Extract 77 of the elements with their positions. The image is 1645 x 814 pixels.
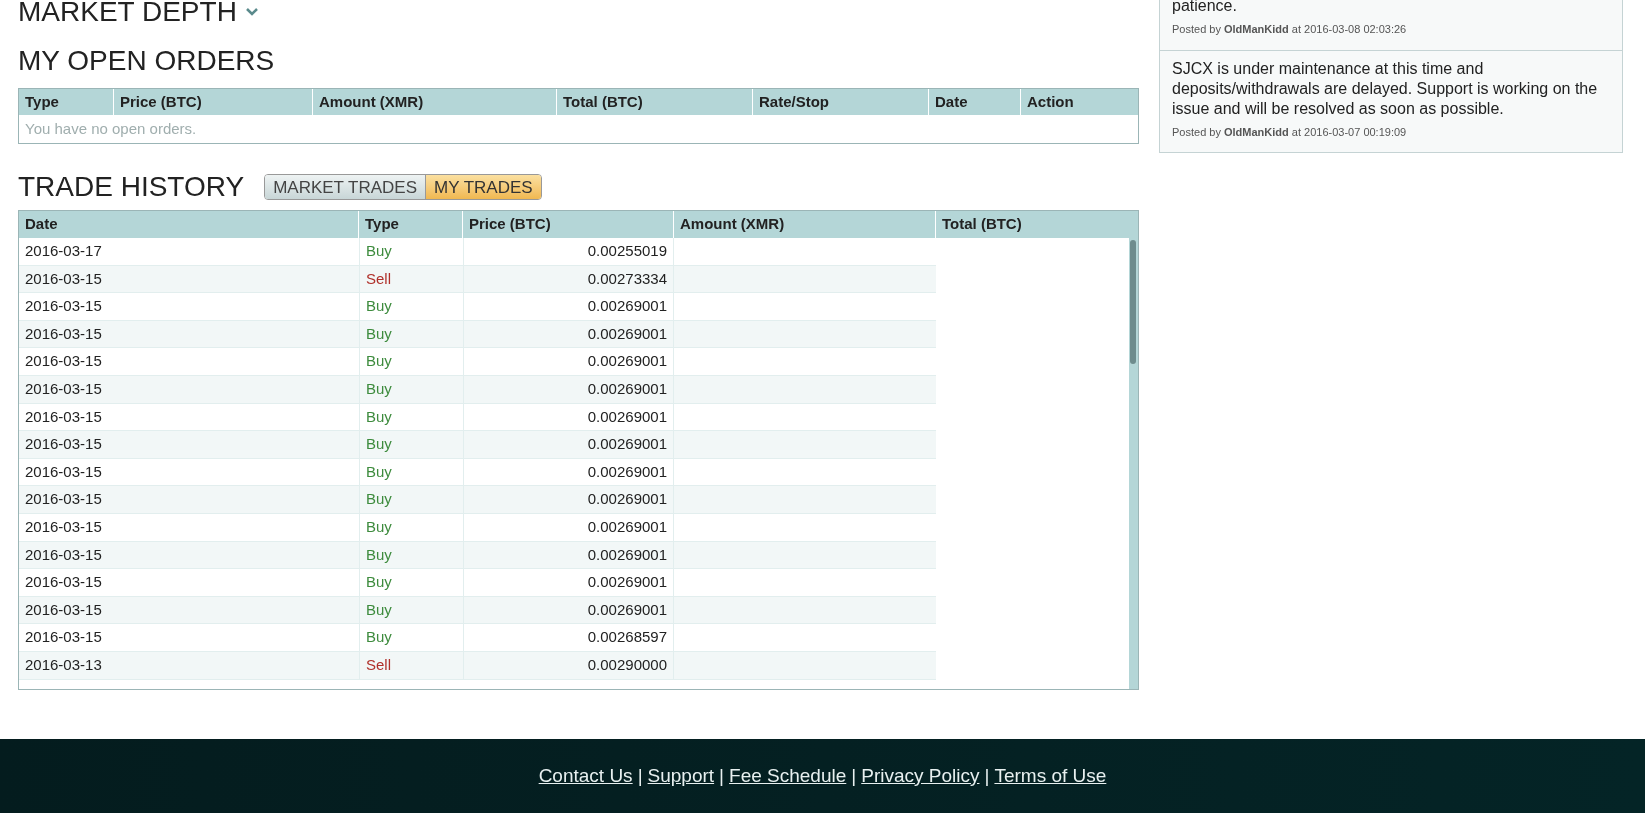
table-cell: Buy <box>359 486 463 513</box>
table-cell: Buy <box>359 458 463 486</box>
table-cell: 0.00269001 <box>463 569 674 596</box>
footer-link[interactable]: Support <box>647 761 715 791</box>
column-header: Amount (XMR) <box>313 89 557 115</box>
posted-by: Posted by OldManKidd at 2016-03-08 02:03:26 <box>1172 22 1408 37</box>
column-header: Total (BTC) <box>557 89 753 115</box>
section-title: MARKET DEPTH <box>18 0 237 26</box>
table-cell-text: 2016-03-15 <box>24 461 103 482</box>
table-cell: 0.00269001 <box>463 486 674 513</box>
table-cell: 0.00269001 <box>463 458 674 486</box>
table-cell: Buy <box>359 375 463 403</box>
table-cell-text: 2016-03-15 <box>24 627 103 648</box>
table-cell-text: 2016-03-15 <box>24 489 103 510</box>
table-cell: Buy <box>359 541 463 569</box>
column-header: Date <box>929 89 1021 115</box>
table-cell: Buy <box>359 431 463 458</box>
table-cell-text: 2016-03-15 <box>24 268 103 289</box>
table-cell: Sell <box>359 265 463 293</box>
table-cell-text: 2016-03-13 <box>24 654 103 675</box>
table-cell: Buy <box>359 238 463 265</box>
table-cell: Buy <box>359 293 463 320</box>
table-cell-text: 2016-03-15 <box>24 434 103 455</box>
table-cell-text: 2016-03-15 <box>24 351 103 372</box>
table-cell: 0.00269001 <box>463 596 674 624</box>
table-cell: Buy <box>359 320 463 348</box>
table-cell: 0.00268597 <box>463 624 674 651</box>
table-cell: 0.00269001 <box>463 403 674 431</box>
table-cell: Buy <box>359 403 463 431</box>
table-cell: 0.00269001 <box>463 320 674 348</box>
table-cell-text: 2016-03-15 <box>24 599 103 620</box>
separator: | <box>637 763 643 788</box>
column-header: Action <box>1026 91 1075 112</box>
scrollbar[interactable] <box>1129 238 1138 689</box>
table-cell: Buy <box>359 513 463 541</box>
column-header: Price (BTC) <box>114 89 313 115</box>
table-cell-text: 2016-03-15 <box>24 296 103 317</box>
table-cell: 0.00269001 <box>463 541 674 569</box>
footer-link[interactable]: Privacy Policy <box>861 761 980 791</box>
table-cell: 0.00269001 <box>463 431 674 458</box>
table-cell: 0.00290000 <box>463 651 674 679</box>
footer-link[interactable]: Terms of Use <box>994 761 1107 791</box>
column-header: Total (BTC) <box>941 214 1023 235</box>
footer-link[interactable]: Contact Us <box>538 761 633 791</box>
empty-message: You have no open orders. <box>25 118 197 139</box>
footer-link[interactable]: Fee Schedule <box>729 761 847 791</box>
table-cell: 0.00269001 <box>463 348 674 375</box>
separator: | <box>984 763 990 788</box>
table-cell: 0.00269001 <box>463 375 674 403</box>
table-cell: Sell <box>359 651 463 679</box>
table-cell: Buy <box>359 596 463 624</box>
column-header: Type <box>19 89 114 115</box>
table-cell-text: 2016-03-17 <box>24 241 103 262</box>
table-cell: 0.00269001 <box>463 513 674 541</box>
table-cell: Buy <box>359 348 463 375</box>
table-cell: 0.00269001 <box>463 293 674 320</box>
table-cell: Buy <box>359 569 463 596</box>
table-cell-text: 2016-03-15 <box>24 323 103 344</box>
separator: | <box>851 763 857 788</box>
tab[interactable]: MY TRADES <box>425 175 541 199</box>
posted-by: Posted by OldManKidd at 2016-03-07 00:19:09 <box>1172 124 1408 140</box>
table-cell-text: 2016-03-15 <box>24 572 103 593</box>
announcement-text: SJCX is under maintenance at this time and deposits/withdrawals are delayed. Support is working on the issue and will be resolved as soon as possible. <box>1172 58 1599 119</box>
table-cell-text: 2016-03-15 <box>24 379 103 399</box>
table-cell-text: 2016-03-15 <box>24 544 103 565</box>
table-cell-text: 2016-03-15 <box>24 406 103 427</box>
table-cell: 0.00273334 <box>463 265 674 293</box>
separator: | <box>719 763 725 788</box>
table-cell: Buy <box>359 624 463 651</box>
section-title: TRADE HISTORY <box>18 170 245 204</box>
chevron-down-icon[interactable] <box>244 7 259 17</box>
section-title: MY OPEN ORDERS <box>18 44 276 78</box>
column-header: Rate/Stop <box>753 89 929 115</box>
table-cell-text: 2016-03-15 <box>24 517 103 537</box>
table-cell: 0.00255019 <box>463 238 674 265</box>
announcement-text: patience. <box>1172 0 1238 16</box>
tab[interactable]: MARKET TRADES <box>265 175 426 199</box>
